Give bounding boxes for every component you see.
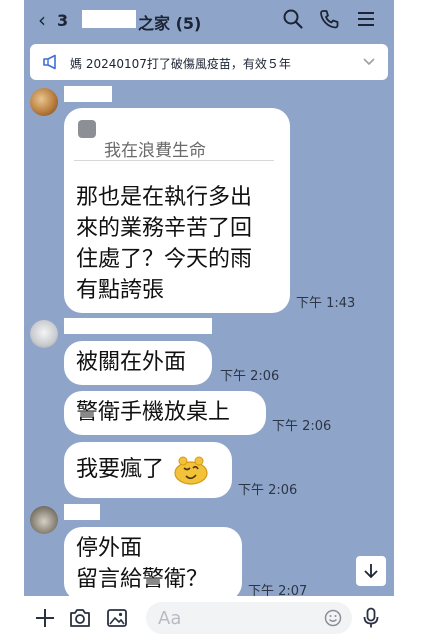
avatar[interactable] xyxy=(30,320,58,348)
message-line: 那也是在執行多出 xyxy=(76,185,253,210)
message-bubble[interactable]: 被關在外面 xyxy=(64,341,212,385)
message-line: 住處了？今天的雨 xyxy=(76,247,253,272)
announcement-text: 媽 20240107打了破傷風疫苗，有效５年 xyxy=(70,57,291,71)
plus-icon[interactable] xyxy=(34,607,56,629)
chat-window: ‹ 3 之家 (5) 媽 20240107打了破傷風疫苗，有效５年 我在浪費生命… xyxy=(24,0,394,640)
avatar[interactable] xyxy=(30,506,58,534)
arrow-down-icon xyxy=(364,564,378,579)
message-bubble[interactable]: 我在浪費生命 那也是在執行多出 來的業務辛苦了回 住處了？今天的雨 有點誇張 xyxy=(64,108,290,313)
message-bubble[interactable]: 停外面 留言給警衛？ xyxy=(64,527,242,601)
redacted-sender-name xyxy=(64,318,212,334)
input-bar xyxy=(24,596,394,640)
message-line: 停外面 xyxy=(76,536,143,561)
quote-thumbnail xyxy=(78,120,96,138)
phone-icon[interactable] xyxy=(318,8,340,30)
crazy-face-emoji-icon xyxy=(174,456,208,485)
emoji-icon[interactable] xyxy=(324,609,342,627)
message-time: 下午 2:06 xyxy=(272,419,332,434)
avatar[interactable] xyxy=(30,88,58,116)
message-text: 警衛手機放桌上 xyxy=(76,400,231,425)
chat-header: ‹ 3 之家 (5) xyxy=(24,0,394,40)
announcement-banner[interactable]: 媽 20240107打了破傷風疫苗，有效５年 xyxy=(30,44,388,80)
quoted-text: 我在浪費生命 xyxy=(104,141,206,161)
megaphone-icon xyxy=(43,54,56,70)
redacted-sender-name xyxy=(64,86,112,102)
back-icon[interactable]: ‹ xyxy=(38,9,46,31)
image-icon[interactable] xyxy=(106,607,128,629)
unread-count[interactable]: 3 xyxy=(57,11,68,30)
message-line: 來的業務辛苦了回 xyxy=(76,216,253,241)
message-line: 留言給警衛？ xyxy=(76,567,209,592)
message-time: 下午 2:06 xyxy=(238,483,298,498)
search-icon[interactable] xyxy=(282,8,304,30)
microphone-icon[interactable] xyxy=(362,607,380,629)
message-time: 下午 1:43 xyxy=(296,296,356,311)
message-bubble[interactable]: 警衛手機放桌上 xyxy=(64,391,266,435)
message-text: 那也是在執行多出 來的業務辛苦了回 住處了？今天的雨 有點誇張 xyxy=(76,182,252,306)
redacted-name xyxy=(82,10,136,28)
chat-room-title[interactable]: 之家 (5) xyxy=(138,10,201,34)
message-text: 被關在外面 xyxy=(76,350,187,375)
message-time: 下午 2:06 xyxy=(220,369,280,384)
message-text: 我要瘋了 xyxy=(76,457,165,482)
scroll-to-bottom-button[interactable] xyxy=(356,556,386,586)
message-bubble[interactable]: 我要瘋了 xyxy=(64,442,232,498)
menu-icon[interactable] xyxy=(355,8,377,30)
chevron-down-icon[interactable] xyxy=(362,54,376,68)
camera-icon[interactable] xyxy=(68,607,92,629)
redacted-sender-name xyxy=(64,504,100,520)
message-line: 有點誇張 xyxy=(76,278,165,303)
quoted-message[interactable]: 我在浪費生命 xyxy=(74,116,274,161)
message-input[interactable] xyxy=(146,602,352,634)
